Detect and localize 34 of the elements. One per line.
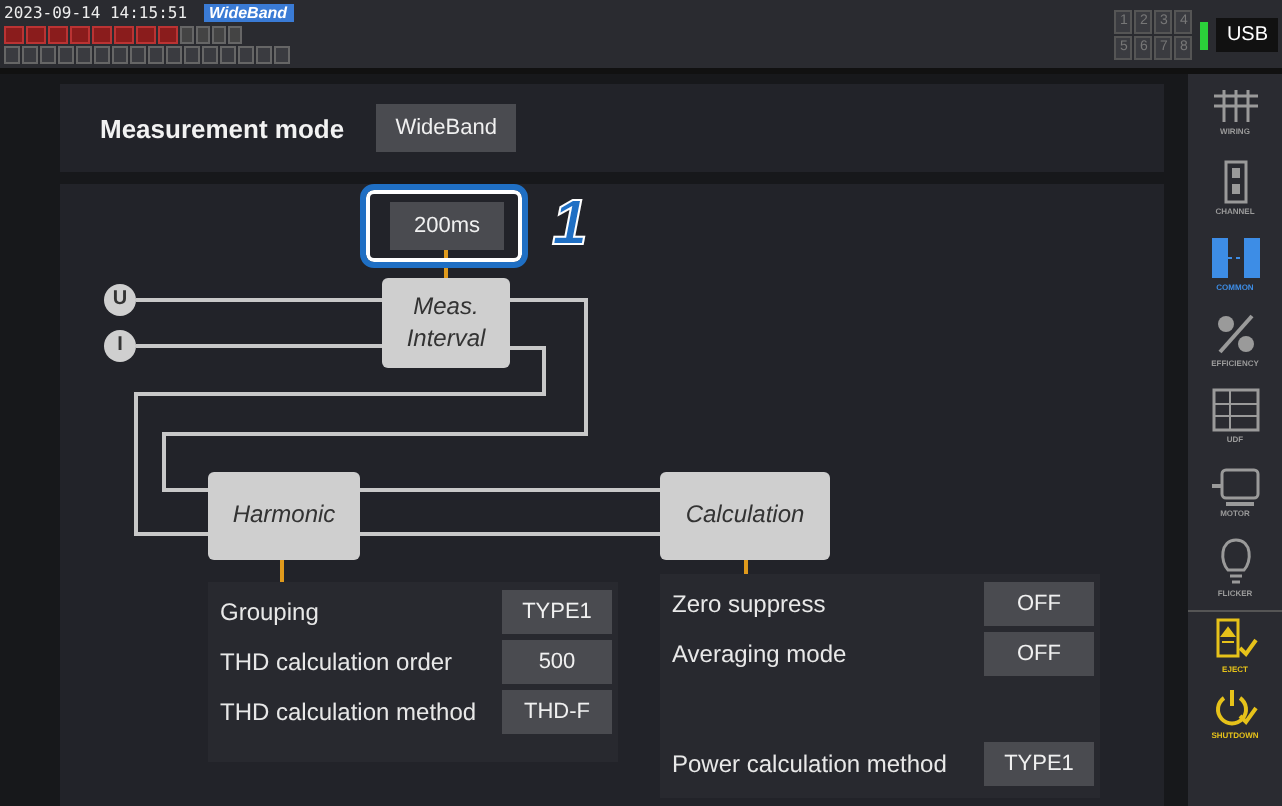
mode-button[interactable]: WideBand (376, 104, 517, 152)
interval-block: Meas. Interval (382, 278, 510, 368)
common-icon (1209, 236, 1261, 280)
setting-label: Averaging mode (672, 640, 847, 668)
callout-number: 1 (552, 184, 588, 260)
setting-label: THD calculation method (220, 698, 477, 726)
setting-value-button[interactable]: TYPE1 (502, 590, 612, 634)
setting-label: Power calculation method (672, 750, 947, 778)
light-bulb-icon (1217, 538, 1253, 586)
setting-label: Grouping (220, 598, 319, 626)
input-terminal: U (104, 284, 136, 316)
setting-value-button[interactable]: OFF (984, 632, 1094, 676)
wiring-icon (1211, 88, 1259, 124)
setting-value-button[interactable]: OFF (984, 582, 1094, 626)
usb-status-light (1200, 21, 1209, 49)
date-time: 2023-09-14 14:15:51 (4, 4, 188, 22)
setting-label: THD calculation order (220, 648, 453, 676)
input-terminal: I (104, 330, 136, 362)
percent-icon (1213, 312, 1257, 356)
interval-button[interactable]: 200ms (390, 202, 504, 250)
channel-icon (1223, 160, 1247, 204)
table-icon (1211, 388, 1259, 432)
eject-icon (1213, 618, 1257, 662)
usb-label: USB (1216, 18, 1278, 52)
motor-icon (1209, 466, 1261, 506)
setting-value-button[interactable]: TYPE1 (984, 742, 1094, 786)
mode-label: Measurement mode (100, 113, 345, 143)
setting-label: Zero suppress (672, 590, 826, 618)
calculation-block: Calculation (660, 472, 830, 560)
harmonic-block: Harmonic (208, 472, 360, 560)
power-icon (1213, 688, 1257, 728)
setting-value-button[interactable]: THD-F (502, 690, 612, 734)
setting-value-button[interactable]: 500 (502, 640, 612, 684)
mode-badge: WideBand (203, 4, 294, 22)
